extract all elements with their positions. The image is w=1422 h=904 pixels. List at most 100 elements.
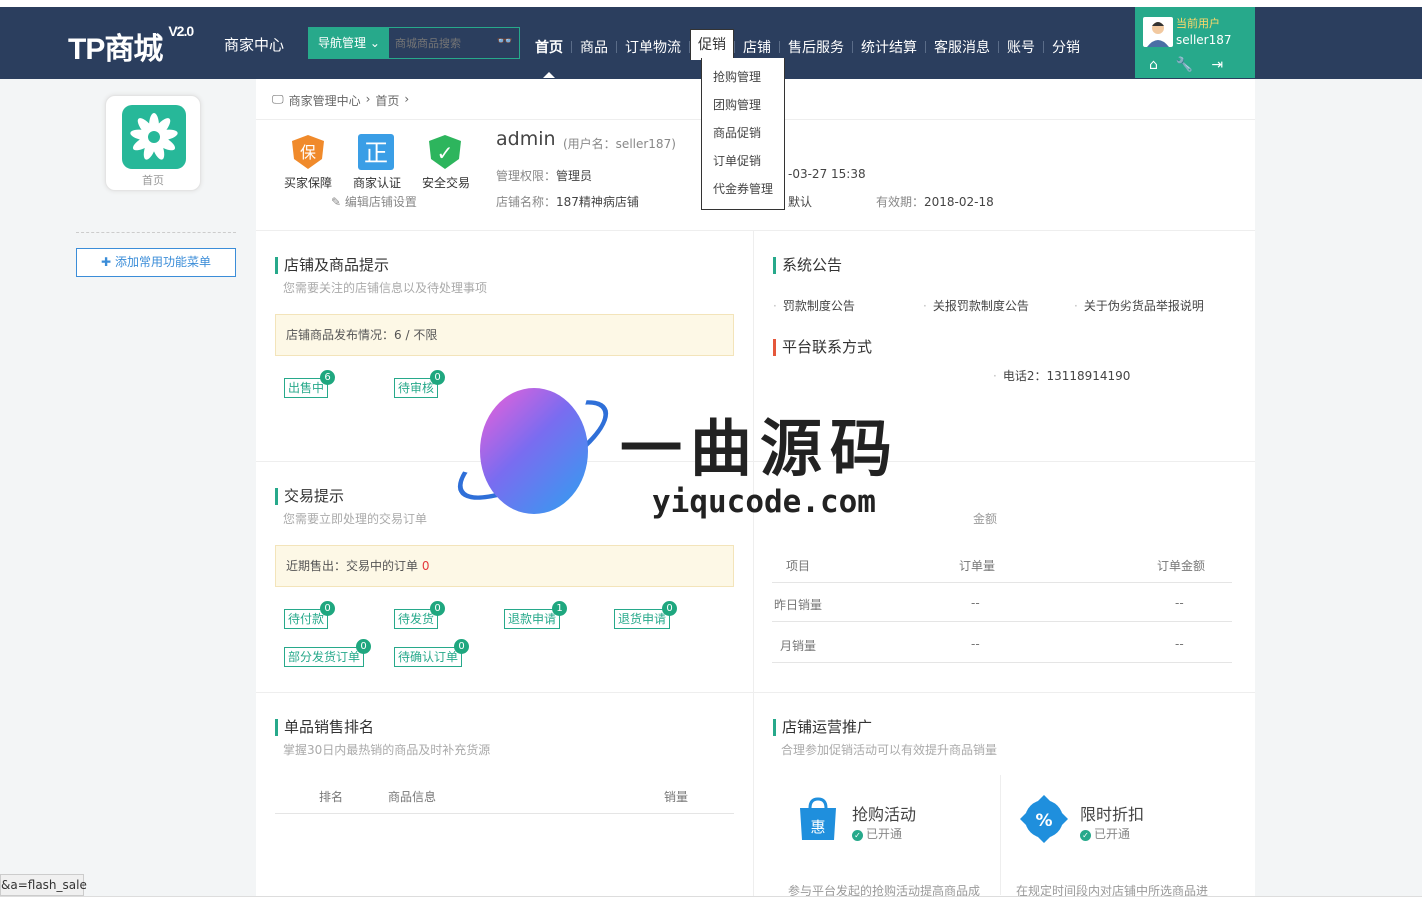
svg-text:%: % bbox=[1035, 811, 1052, 831]
section-title-store-tips: 店铺及商品提示 bbox=[275, 257, 389, 274]
row-amount: -- bbox=[1175, 596, 1184, 610]
bottom-edge bbox=[0, 896, 1422, 904]
announcement-item[interactable]: 罚款制度公告 bbox=[773, 297, 855, 314]
discount-icon: % bbox=[1019, 794, 1069, 844]
goods-publish-notice: 店铺商品发布情况：6 / 不限 bbox=[275, 314, 734, 356]
wrench-icon[interactable]: 🔧 bbox=[1176, 57, 1193, 73]
breadcrumb-root[interactable]: 商家管理中心 bbox=[289, 92, 361, 109]
section-title-announcements: 系统公告 bbox=[773, 257, 842, 274]
watermark-url: yiqucode.com bbox=[652, 484, 876, 520]
logo[interactable]: TP商城V2.0 bbox=[68, 23, 194, 68]
pending-review-tag[interactable]: 待审核 0 bbox=[394, 370, 446, 398]
home-shortcut-label: 首页 bbox=[142, 174, 164, 187]
divider bbox=[256, 230, 1255, 231]
merchant-verified-icon: 正 bbox=[357, 133, 395, 171]
nav-orders[interactable]: 订单物流 bbox=[617, 37, 689, 57]
section-title-contact: 平台联系方式 bbox=[773, 339, 872, 356]
column-header: 订单金额 bbox=[1157, 559, 1206, 573]
home-shortcut[interactable]: 首页 bbox=[105, 95, 201, 191]
search-box: 👓 bbox=[388, 27, 520, 59]
count-badge: 0 bbox=[430, 601, 446, 616]
count-badge: 0 bbox=[662, 601, 678, 616]
row-orders: -- bbox=[971, 596, 980, 610]
row-orders: -- bbox=[971, 637, 980, 651]
count-badge: 0 bbox=[454, 639, 470, 654]
section-title-trade-tips: 交易提示 bbox=[275, 488, 344, 505]
badge-label: 商家认证 bbox=[353, 176, 402, 190]
count-badge: 6 bbox=[320, 370, 336, 385]
column-header: 订单量 bbox=[959, 559, 996, 573]
ranking-table-header: 排名 商品信息 销量 bbox=[275, 774, 734, 814]
table-row: 昨日销量 -- -- bbox=[772, 582, 1232, 622]
buyer-protection-icon: 保 bbox=[289, 133, 327, 171]
nav-manage-dropdown[interactable]: 导航管理 ⌄ bbox=[308, 27, 388, 59]
amount-label: 金额 bbox=[973, 512, 998, 526]
breadcrumb-sep: › bbox=[404, 92, 410, 106]
home-icon[interactable]: ⌂ bbox=[1149, 57, 1158, 73]
nav-distribution[interactable]: 分销 bbox=[1044, 37, 1088, 57]
nav-after-sales[interactable]: 售后服务 bbox=[780, 37, 852, 57]
edit-store-link[interactable]: ✎ 编辑店铺设置 bbox=[331, 193, 417, 210]
merchant-center-title: 商家中心 bbox=[224, 36, 285, 54]
on-sale-tag[interactable]: 出售中 6 bbox=[284, 370, 336, 398]
return-request-tag[interactable]: 退货申请 0 bbox=[614, 601, 678, 629]
refund-request-tag[interactable]: 退款申请 1 bbox=[504, 601, 568, 629]
badge-label: 买家保障 bbox=[284, 176, 333, 190]
add-menu-button[interactable]: ✚ 添加常用功能菜单 bbox=[76, 248, 236, 277]
column-header: 销量 bbox=[664, 790, 689, 804]
nav-account[interactable]: 账号 bbox=[999, 37, 1043, 57]
breadcrumb-current[interactable]: 首页 bbox=[375, 92, 399, 109]
monitor-icon: 🖵 bbox=[272, 92, 284, 106]
top-strip bbox=[0, 0, 1422, 7]
count-badge: 0 bbox=[320, 601, 336, 616]
contact-phone: 电话2：13118914190 bbox=[993, 367, 1131, 384]
partial-shipment-tag[interactable]: 部分发货订单 0 bbox=[284, 639, 372, 667]
section-subtitle: 您需要关注的店铺信息以及待处理事项 bbox=[283, 281, 488, 295]
permission-info: 管理权限：管理员 bbox=[496, 169, 593, 183]
store-level-info: 默认 bbox=[788, 195, 813, 209]
promo-status: ✓ 已开通 bbox=[1080, 825, 1130, 842]
store-name-info: 店铺名称：187精神病店铺 bbox=[496, 195, 639, 209]
nav-home[interactable]: 首页 bbox=[527, 37, 571, 78]
watermark-text: 一曲源码 bbox=[620, 412, 901, 485]
row-amount: -- bbox=[1175, 637, 1184, 651]
svg-text:正: 正 bbox=[364, 139, 388, 167]
binoculars-icon[interactable]: 👓 bbox=[497, 34, 513, 49]
section-subtitle: 您需要立即处理的交易订单 bbox=[283, 512, 428, 526]
pending-confirm-tag[interactable]: 待确认订单 0 bbox=[394, 639, 470, 667]
section-title-promotion: 店铺运营推广 bbox=[773, 719, 872, 736]
sales-table-header: 项目 订单量 订单金额 bbox=[772, 543, 1232, 583]
search-input[interactable] bbox=[389, 28, 489, 58]
browser-status-bar: &a=flash_sale bbox=[0, 874, 87, 896]
nav-statistics[interactable]: 统计结算 bbox=[853, 37, 925, 57]
nav-messages[interactable]: 客服消息 bbox=[926, 37, 998, 57]
menu-item-group-buy[interactable]: 团购管理 bbox=[702, 94, 784, 122]
pending-shipment-tag[interactable]: 待发货 0 bbox=[394, 601, 446, 629]
announcement-item[interactable]: 关报罚款制度公告 bbox=[923, 297, 1029, 314]
nav-store[interactable]: 店铺 bbox=[735, 37, 779, 57]
breadcrumb: 🖵 商家管理中心 › 首页 › bbox=[272, 92, 409, 109]
admin-name: admin bbox=[496, 128, 556, 150]
column-header: 项目 bbox=[786, 559, 811, 573]
promo-name[interactable]: 抢购活动 bbox=[852, 801, 916, 825]
check-icon: ✓ bbox=[1080, 830, 1091, 841]
valid-until-info: 有效期：2018-02-18 bbox=[876, 195, 994, 209]
menu-item-order-promo[interactable]: 订单促销 bbox=[702, 150, 784, 178]
avatar[interactable] bbox=[1143, 17, 1173, 47]
nav-promotion[interactable]: 促销 bbox=[690, 29, 734, 60]
section-subtitle: 合理参加促销活动可以有效提升商品销量 bbox=[781, 743, 998, 757]
table-row: 月销量 -- -- bbox=[772, 623, 1232, 663]
announcement-item[interactable]: 关于伪劣货品举报说明 bbox=[1074, 297, 1204, 314]
pending-payment-tag[interactable]: 待付款 0 bbox=[284, 601, 336, 629]
logout-icon[interactable]: ⇥ bbox=[1211, 57, 1223, 73]
menu-item-coupon[interactable]: 代金券管理 bbox=[702, 178, 784, 206]
nav-goods[interactable]: 商品 bbox=[572, 37, 616, 57]
promo-name[interactable]: 限时折扣 bbox=[1080, 801, 1144, 825]
recent-sales-notice: 近期售出：交易中的订单 0 bbox=[275, 545, 734, 587]
row-item: 月销量 bbox=[780, 639, 817, 653]
badge-label: 安全交易 bbox=[422, 176, 471, 190]
menu-item-flash-sale[interactable]: 抢购管理 bbox=[702, 66, 784, 94]
shopping-bag-icon: 惠 bbox=[796, 796, 840, 842]
menu-item-goods-promo[interactable]: 商品促销 bbox=[702, 122, 784, 150]
last-login-info: -03-27 15:38 bbox=[788, 167, 866, 181]
